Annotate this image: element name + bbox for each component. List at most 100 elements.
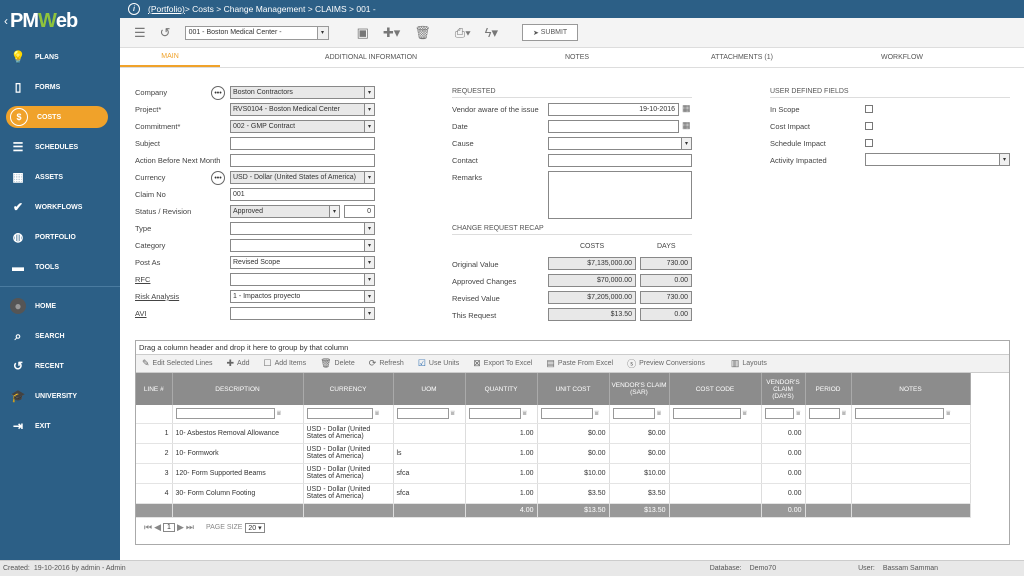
column-header[interactable]: UOM [393,373,466,405]
filter-input[interactable] [672,408,741,420]
sidebar-item-costs[interactable]: $ COSTS [6,106,108,128]
filter-icon[interactable]: ⩸ [595,410,599,418]
avi-link[interactable]: AVI [135,309,147,318]
status-select[interactable]: Approved ▾ [230,205,340,218]
claim-no-input[interactable]: 001 [230,188,375,201]
group-drop-zone[interactable]: Drag a column header and drop it here to… [136,341,1009,355]
sidebar-item-assets[interactable]: ▦ ASSETS [0,162,120,192]
filter-icon[interactable]: ⩸ [842,410,846,418]
schedule-impact-checkbox[interactable] [865,139,873,147]
filter-input[interactable] [540,408,593,420]
sidebar-item-exit[interactable]: ⇥ EXIT [0,411,120,441]
revision-input[interactable]: 0 [344,205,375,218]
action-input[interactable] [230,154,375,167]
more-options-icon[interactable]: ••• [211,171,225,185]
risk-analysis-link[interactable]: Risk Analysis [135,292,179,301]
tab-notes[interactable]: NOTES [522,48,632,67]
commitment-select[interactable]: 002 - GMP Contract ▾ [230,120,375,133]
page-number[interactable]: 1 [163,523,175,532]
grid-tool-export-to-excel[interactable]: ⊠ Export To Excel [473,358,532,369]
sidebar-item-forms[interactable]: ▯ FORMS [0,72,120,102]
project-select[interactable]: RVS0104 - Boston Medical Center ▾ [230,103,375,116]
more-options-icon[interactable]: ••• [211,86,225,100]
filter-input[interactable] [468,408,521,420]
sidebar-item-workflows[interactable]: ✔ WORKFLOWS [0,192,120,222]
filter-icon[interactable]: ⩸ [743,410,747,418]
column-header[interactable]: VENDOR'S CLAIM (SAR) [609,373,670,405]
type-select[interactable]: ▾ [230,222,375,235]
table-row[interactable]: 4 30- Form Column Footing USD - Dollar (Un… [136,483,1009,504]
sidebar-item-tools[interactable]: ▬ TOOLS [0,252,120,282]
next-page-icon[interactable]: ▶ [177,522,184,533]
vendor-aware-input[interactable]: 19-10-2016 [548,103,679,116]
filter-icon[interactable]: ⩸ [946,410,950,418]
sidebar-item-search[interactable]: ⌕ SEARCH [0,321,120,351]
table-row[interactable]: 2 10- Formwork USD - Dollar (United States… [136,443,1009,464]
last-page-icon[interactable]: ⏭ [186,522,194,533]
grid-tool-layouts[interactable]: ▥ Layouts [731,358,767,369]
filter-icon[interactable]: ⩸ [796,410,800,418]
grid-tool-paste-from-excel[interactable]: ▤ Paste From Excel [546,358,613,369]
filter-input[interactable] [808,408,840,420]
filter-icon[interactable]: ⩸ [375,410,379,418]
date-input[interactable] [548,120,679,133]
filter-input[interactable] [306,408,373,420]
column-header[interactable]: DESCRIPTION [172,373,304,405]
column-header[interactable]: PERIOD [805,373,852,405]
filter-icon[interactable]: ⩸ [523,410,527,418]
filter-input[interactable] [764,408,795,420]
table-row[interactable]: 1 10- Asbestos Removal Allowance USD - Dol… [136,423,1009,444]
cause-select[interactable]: ▾ [548,137,692,150]
grid-tool-delete[interactable]: 🗑 Delete [320,358,355,369]
avi-select[interactable]: ▾ [230,307,375,320]
sidebar-item-plans[interactable]: 💡 PLANS [0,42,120,72]
grid-tool-add[interactable]: ✚ Add [226,358,249,369]
column-header[interactable]: QUANTITY [465,373,538,405]
first-page-icon[interactable]: ⏮ [144,522,152,533]
activity-impacted-select[interactable]: ▾ [865,153,1010,166]
column-header[interactable]: VENDOR'S CLAIM (DAYS) [761,373,806,405]
list-icon[interactable]: ☰ [134,25,146,41]
column-header[interactable]: COST CODE [669,373,762,405]
sidebar-item-schedules[interactable]: ☰ SCHEDULES [0,132,120,162]
breadcrumb-portfolio-link[interactable]: (Portfolio) [148,4,185,14]
record-select[interactable]: 001 - Boston Medical Center - ▾ [184,25,329,40]
column-header[interactable]: LINE # [136,373,173,405]
sidebar-item-university[interactable]: 🎓 UNIVERSITY [0,381,120,411]
filter-input[interactable] [396,408,449,420]
contact-input[interactable] [548,154,692,167]
post-as-select[interactable]: Revised Scope ▾ [230,256,375,269]
rfc-link[interactable]: RFC [135,275,150,284]
cost-impact-checkbox[interactable] [865,122,873,130]
submit-button[interactable]: ➤ SUBMIT [522,24,579,41]
sidebar-item-recent[interactable]: ↺ RECENT [0,351,120,381]
calendar-icon[interactable]: ▦ [682,103,691,114]
risk-analysis-select[interactable]: 1 - Impactos proyecto ▾ [230,290,375,303]
grid-tool-edit-selected-lines[interactable]: ✎ Edit Selected Lines [142,358,212,369]
tab-additional-information[interactable]: ADDITIONAL INFORMATION [220,48,522,67]
tab-workflow[interactable]: WORKFLOW [852,48,952,67]
sidebar-item-home[interactable]: ● HOME [0,291,120,321]
grid-tool-preview-conversions[interactable]: ⓢ Preview Conversions [627,357,705,370]
table-row[interactable]: 3 120- Form Supported Beams USD - Dollar (… [136,463,1009,484]
grid-tool-refresh[interactable]: ⟳ Refresh [369,358,404,369]
lightning-icon[interactable]: ϟ▾ [485,25,498,41]
currency-select[interactable]: USD - Dollar (United States of America) ▾ [230,171,375,184]
prev-page-icon[interactable]: ◀ [154,522,161,533]
filter-input[interactable] [612,408,655,420]
grid-tool-use-units[interactable]: ☑ Use Units [418,358,459,369]
grid-tool-add-items[interactable]: ☐ Add Items [264,358,307,369]
column-header[interactable]: NOTES [851,373,971,405]
filter-input[interactable] [854,408,945,420]
delete-icon[interactable]: 🗑 [414,25,431,41]
filter-icon[interactable]: ⩸ [657,410,661,418]
filter-icon[interactable]: ⩸ [277,410,281,418]
tab-attachments[interactable]: ATTACHMENTS (1) [632,48,852,67]
filter-icon[interactable]: ⩸ [451,410,455,418]
save-icon[interactable]: ▣ [357,25,369,41]
remarks-textarea[interactable] [548,171,692,219]
column-header[interactable]: CURRENCY [303,373,394,405]
category-select[interactable]: ▾ [230,239,375,252]
company-select[interactable]: Boston Contractors ▾ [230,86,375,99]
add-icon[interactable]: ✚▾ [383,25,400,41]
